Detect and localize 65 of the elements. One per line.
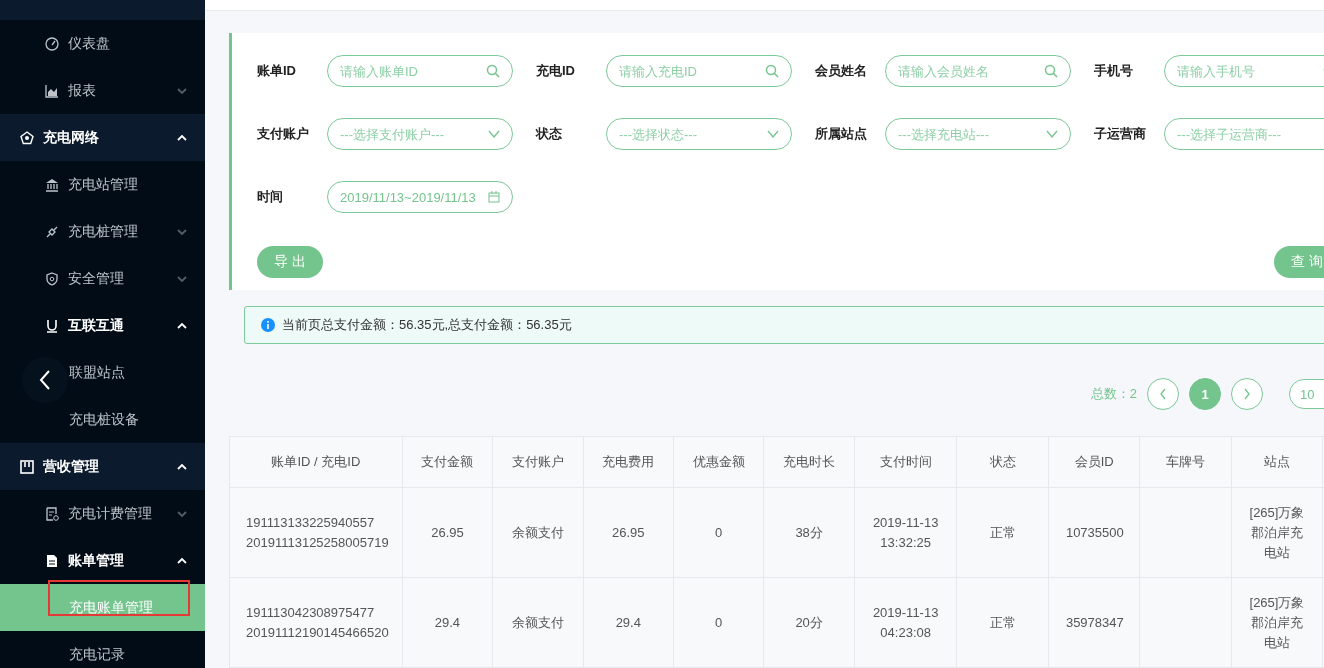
menu-item[interactable]: 安全管理 xyxy=(0,255,205,302)
field-label: 支付账户 xyxy=(257,125,310,143)
table-cell-text: 191113042308975477 xyxy=(246,603,376,622)
column-header: 优惠金额 xyxy=(673,436,764,488)
select-field[interactable]: ---选择状态--- xyxy=(606,118,792,150)
column-header: 支付账户 xyxy=(492,436,584,488)
table-cell: 29.4 xyxy=(583,577,674,668)
table-cell: [265]万象郡泊岸充电站 xyxy=(1231,487,1323,578)
select-field[interactable]: ---选择子运营商--- xyxy=(1164,118,1324,150)
table-cell: 29.4 xyxy=(402,577,493,668)
table-cell: 正常 xyxy=(956,487,1049,578)
table-cell: 35978347 xyxy=(1048,577,1140,668)
table-cell: 正常 xyxy=(956,577,1049,668)
field-label: 手机号 xyxy=(1094,62,1134,80)
menu-item[interactable]: 充电记录 xyxy=(0,631,205,668)
table-cell: 26.95 xyxy=(583,487,674,578)
table-cell: 余额支付 xyxy=(492,577,584,668)
column-header: 站点 xyxy=(1231,436,1323,488)
field-label: 账单ID xyxy=(257,62,297,80)
table-cell-text: 20191113125258005719 xyxy=(246,533,390,552)
menu-item[interactable]: 仪表盘 xyxy=(0,20,205,67)
menu-item[interactable]: 充电站管理 xyxy=(0,161,205,208)
menu-item[interactable]: 充电网络 xyxy=(0,114,205,161)
menu-item[interactable]: 账单管理 xyxy=(0,537,205,584)
search-field[interactable]: 请输入会员姓名 xyxy=(885,55,1071,87)
menu-item[interactable]: 报表 xyxy=(0,67,205,114)
table-cell: 0 xyxy=(673,577,764,668)
column-header: 支付金额 xyxy=(402,436,493,488)
table-cell: 20分 xyxy=(763,577,855,668)
field-label: 状态 xyxy=(536,125,563,143)
search-field[interactable]: 请输入手机号 xyxy=(1164,55,1324,87)
menu-item[interactable]: 联盟站点 xyxy=(0,349,205,396)
menu-item[interactable]: 充电计费管理 xyxy=(0,490,205,537)
table-cell: 2019-11-13 13:32:25 xyxy=(854,487,957,578)
table-cell: [265]万象郡泊岸充电站 xyxy=(1231,577,1323,668)
table-cell: 10735500 xyxy=(1048,487,1140,578)
menu-item[interactable]: 互联互通 xyxy=(0,302,205,349)
menu-item[interactable]: 营收管理 xyxy=(0,443,205,490)
column-header: 充电时长 xyxy=(763,436,855,488)
column-header: 支付时间 xyxy=(854,436,957,488)
table-cell: 0 xyxy=(673,487,764,578)
search-field[interactable]: 请输入账单ID xyxy=(327,55,513,87)
column-header: 状态 xyxy=(956,436,1049,488)
column-header: 车牌号 xyxy=(1139,436,1232,488)
select-field[interactable]: ---选择充电站--- xyxy=(885,118,1071,150)
column-header: 账单ID / 充电ID xyxy=(229,436,403,488)
field-label: 子运营商 xyxy=(1094,125,1147,143)
table-cell-text: 20191112190145466520 xyxy=(246,623,390,642)
total-count: 总数：2 xyxy=(1090,385,1137,403)
menu-item[interactable]: 充电桩管理 xyxy=(0,208,205,255)
search-field[interactable]: 请输入充电ID xyxy=(606,55,792,87)
menu-item[interactable]: 充电桩设备 xyxy=(0,396,205,443)
table-cell: 余额支付 xyxy=(492,487,584,578)
table-cell: 26.95 xyxy=(402,487,493,578)
select-field[interactable]: ---选择支付账户--- xyxy=(327,118,513,150)
table-cell-text: 191113133225940557 xyxy=(246,513,376,532)
field-label: 所属站点 xyxy=(815,125,868,143)
field-label: 充电ID xyxy=(536,62,576,80)
field-label: 会员姓名 xyxy=(815,62,868,80)
column-header: 会员ID xyxy=(1048,436,1140,488)
field-label: 时间 xyxy=(257,188,284,206)
summary-text: 当前页总支付金额：56.35元,总支付金额：56.35元 xyxy=(282,316,572,334)
table-cell: 2019-11-13 04:23:08 xyxy=(854,577,957,668)
column-header: 充电费用 xyxy=(583,436,674,488)
table-cell: 38分 xyxy=(763,487,855,578)
